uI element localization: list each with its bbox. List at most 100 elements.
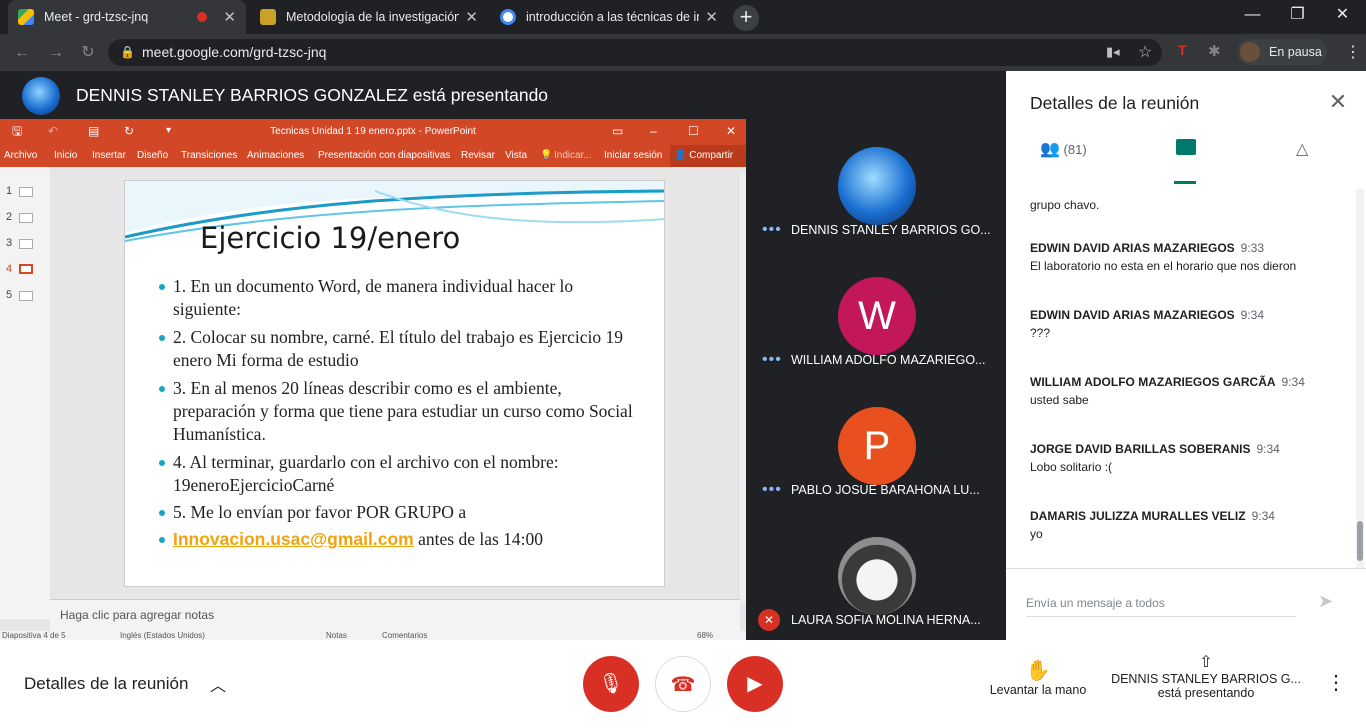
chat-message: WILLIAM ADOLFO MAZARIEGOS GARCÃA 9:34 ust… xyxy=(1030,375,1340,407)
ribbon-tab-inicio[interactable]: Inicio xyxy=(54,145,77,167)
ribbon-tab-vista[interactable]: Vista xyxy=(505,145,527,167)
slide-number[interactable]: 5 xyxy=(6,289,12,301)
ribbon-tab-diseno[interactable]: Diseño xyxy=(137,145,168,167)
slide-canvas[interactable]: Ejercicio 19/enero 1. En un documento Wo… xyxy=(124,180,665,587)
tab-activities[interactable]: △ xyxy=(1296,139,1318,181)
tab-google-search[interactable]: introducción a las técnicas de inv ✕ xyxy=(490,0,728,34)
ribbon-tab-animaciones[interactable]: Animaciones xyxy=(247,145,304,167)
meeting-control-bar: Detalles de la reunión ︿ 🎙 ☎ ▶ ✋ Levanta… xyxy=(0,640,1366,728)
participant-name: WILLIAM ADOLFO MAZARIEGO... xyxy=(791,353,986,367)
browser-menu-icon[interactable]: ⋮ xyxy=(1345,42,1361,62)
maximize-button[interactable]: ❐ xyxy=(1275,0,1320,30)
slide-scrollbar[interactable] xyxy=(738,173,746,603)
chat-scrollbar-thumb[interactable] xyxy=(1357,521,1363,561)
send-icon[interactable]: ➤ xyxy=(1318,591,1333,612)
slide-thumbnail[interactable] xyxy=(19,239,33,249)
tab-chat[interactable] xyxy=(1176,139,1198,181)
ppt-close-icon[interactable]: ✕ xyxy=(726,119,736,143)
zoom-level[interactable]: 68% xyxy=(697,631,713,640)
slide-number[interactable]: 3 xyxy=(6,237,12,249)
slide-thumbnail-current[interactable] xyxy=(19,264,33,274)
ribbon-tab-presentacion[interactable]: Presentación con diapositivas xyxy=(318,145,450,167)
comments-toggle[interactable]: Comentarios xyxy=(382,631,427,640)
slide-thumbnail[interactable] xyxy=(19,187,33,197)
chat-message: EDWIN DAVID ARIAS MAZARIEGOS 9:34 ??? xyxy=(1030,308,1340,340)
lock-icon[interactable]: 🔒 xyxy=(120,45,135,59)
present-icon[interactable]: ▤ xyxy=(88,119,99,143)
ppt-maximize-icon[interactable]: ☐ xyxy=(688,119,699,143)
ribbon-tab-revisar[interactable]: Revisar xyxy=(461,145,495,167)
redo-icon[interactable]: ↻ xyxy=(124,119,134,143)
hand-icon: ✋ xyxy=(1025,660,1051,682)
email-link[interactable]: Innovacion.usac@gmail.com xyxy=(173,529,414,549)
share-button[interactable]: 👤 Compartir xyxy=(670,145,746,167)
chat-message: grupo chavo. xyxy=(1030,194,1340,212)
camera-toggle-button[interactable]: ▶ xyxy=(727,656,783,712)
leave-call-button[interactable]: ☎ xyxy=(655,656,711,712)
tab-close-icon[interactable]: ✕ xyxy=(465,8,478,26)
sender-name: JORGE DAVID BARILLAS SOBERANIS xyxy=(1030,442,1251,456)
tab-close-icon[interactable]: ✕ xyxy=(223,8,236,26)
slide-number-current[interactable]: 4 xyxy=(6,263,12,275)
tab-title: Meet - grd-tzsc-jnq xyxy=(44,10,149,24)
bullet-text: 5. Me lo envían por favor POR GRUPO a xyxy=(173,502,467,522)
ribbon-tab-insertar[interactable]: Insertar xyxy=(92,145,126,167)
profile-chip[interactable]: En pausa xyxy=(1237,39,1327,65)
panel-close-icon[interactable]: ✕ xyxy=(1326,89,1350,115)
camera-in-use-icon[interactable]: ▮◂ xyxy=(1106,44,1120,60)
tab-people[interactable]: 👥 (81) xyxy=(1040,139,1110,181)
minimize-button[interactable]: — xyxy=(1230,0,1275,30)
raise-hand-button[interactable]: ✋ Levantar la mano xyxy=(968,658,1108,697)
ribbon-tab-archivo[interactable]: Archivo xyxy=(4,145,37,167)
slide-thumbnail[interactable] xyxy=(19,291,33,301)
notes-pane[interactable]: Haga clic para agregar notas xyxy=(50,599,740,631)
window-close-button[interactable]: ✕ xyxy=(1320,0,1365,30)
extension-icon[interactable]: T xyxy=(1178,42,1187,58)
forward-arrow-icon[interactable]: → xyxy=(46,43,66,63)
more-options-icon[interactable]: ⋮ xyxy=(1326,670,1346,695)
ppt-minimize-icon[interactable]: – xyxy=(650,119,657,143)
message-text: yo xyxy=(1030,527,1043,541)
customize-toolbar-icon[interactable]: ▾ xyxy=(166,119,171,143)
address-bar[interactable]: meet.google.com/grd-tzsc-jnq xyxy=(108,39,1162,66)
ribbon-sign-in[interactable]: Iniciar sesión xyxy=(604,145,662,167)
hang-up-icon: ☎ xyxy=(670,674,696,696)
participant-tile[interactable]: ••• DENNIS STANLEY BARRIOS GO... xyxy=(746,119,1006,249)
slide-bullet: 3. En al menos 20 líneas describir como … xyxy=(159,377,643,446)
message-text: grupo chavo. xyxy=(1030,198,1100,212)
participant-tile[interactable]: ✕ LAURA SOFIA MOLINA HERNA... xyxy=(746,509,1006,639)
ribbon-tab-transiciones[interactable]: Transiciones xyxy=(181,145,237,167)
message-time: 9:34 xyxy=(1256,442,1280,456)
meeting-details-panel: Detalles de la reunión ✕ 👥 (81) △ grupo … xyxy=(1006,71,1366,640)
chevron-up-icon[interactable]: ︿ xyxy=(210,672,226,696)
puzzle-extensions-icon[interactable]: ✱ xyxy=(1208,42,1221,60)
people-icon: 👥 xyxy=(1040,141,1060,158)
mic-muted-icon: ✕ xyxy=(758,609,780,631)
message-time: 9:33 xyxy=(1240,241,1265,255)
tab-meet[interactable]: Meet - grd-tzsc-jnq ✕ xyxy=(8,0,246,34)
new-tab-button[interactable]: + xyxy=(733,5,759,31)
meeting-details-toggle[interactable]: Detalles de la reunión xyxy=(24,674,188,694)
participant-tile[interactable]: P ••• PABLO JOSUE BARAHONA LU... xyxy=(746,379,1006,509)
chat-scrollbar[interactable] xyxy=(1356,189,1364,569)
ribbon-display-icon[interactable]: ▭ xyxy=(612,119,623,143)
bookmark-star-icon[interactable]: ☆ xyxy=(1138,42,1152,62)
chat-message-input[interactable]: Envía un mensaje a todos xyxy=(1026,596,1296,617)
tab-metodologia[interactable]: Metodología de la investigación ✕ xyxy=(250,0,488,34)
undo-icon[interactable]: ↶ xyxy=(48,119,58,143)
microphone-toggle-button[interactable]: 🎙 xyxy=(583,656,639,712)
language-status[interactable]: Inglés (Estados Unidos) xyxy=(120,631,205,640)
slide-bullet: Innovacion.usac@gmail.com antes de las 1… xyxy=(159,528,643,551)
notes-toggle[interactable]: Notas xyxy=(326,631,347,640)
tab-close-icon[interactable]: ✕ xyxy=(705,8,718,26)
ribbon-tell-me[interactable]: Indicar... xyxy=(554,145,592,167)
slide-number[interactable]: 2 xyxy=(6,211,12,223)
chat-message: JORGE DAVID BARILLAS SOBERANIS 9:34 Lobo … xyxy=(1030,442,1340,474)
reload-icon[interactable]: ↻ xyxy=(78,43,98,63)
slide-thumbnail[interactable] xyxy=(19,213,33,223)
save-icon[interactable]: 🖫 xyxy=(12,119,22,143)
slide-number[interactable]: 1 xyxy=(6,185,12,197)
back-arrow-icon[interactable]: ← xyxy=(12,43,32,63)
participant-tile[interactable]: W ••• WILLIAM ADOLFO MAZARIEGO... xyxy=(746,249,1006,379)
presenting-status-button[interactable]: ⇧ DENNIS STANLEY BARRIOS G... está prese… xyxy=(1108,652,1304,700)
